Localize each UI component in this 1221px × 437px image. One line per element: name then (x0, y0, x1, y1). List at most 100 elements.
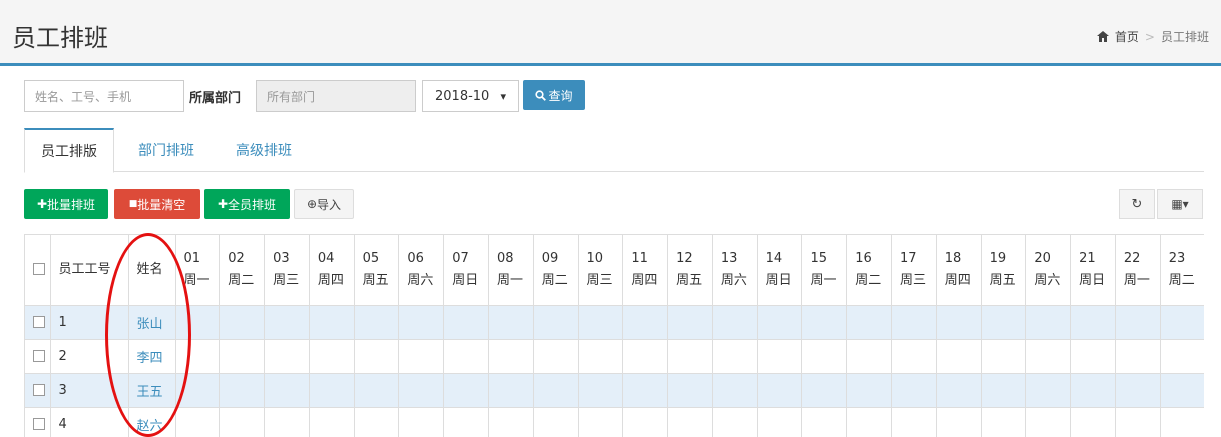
schedule-cell[interactable] (1115, 305, 1161, 340)
schedule-cell[interactable] (443, 339, 489, 374)
schedule-cell[interactable] (264, 305, 310, 340)
table-row[interactable]: 1 张山 (25, 305, 1204, 340)
schedule-cell[interactable] (1115, 339, 1161, 374)
schedule-cell[interactable] (1070, 339, 1116, 374)
schedule-cell[interactable] (219, 339, 266, 374)
schedule-cell[interactable] (578, 373, 624, 408)
schedule-cell[interactable] (1070, 373, 1116, 408)
table-row[interactable]: 2 李四 (25, 339, 1204, 374)
schedule-cell[interactable] (443, 407, 489, 437)
schedule-cell[interactable] (398, 407, 445, 437)
schedule-cell[interactable] (801, 373, 848, 408)
row-checkbox[interactable] (25, 305, 51, 340)
schedule-cell[interactable] (891, 339, 937, 374)
schedule-cell[interactable] (936, 339, 982, 374)
schedule-cell[interactable] (936, 305, 982, 340)
schedule-cell[interactable] (398, 373, 445, 408)
columns-button[interactable]: ▦▾ (1157, 189, 1203, 219)
schedule-cell[interactable] (533, 305, 579, 340)
tab-advanced-schedule[interactable]: 高级排班 (220, 128, 308, 172)
schedule-cell[interactable] (667, 373, 713, 408)
schedule-cell[interactable] (667, 305, 713, 340)
schedule-cell[interactable] (622, 373, 669, 408)
schedule-cell[interactable] (622, 339, 669, 374)
schedule-cell[interactable] (712, 305, 758, 340)
schedule-cell[interactable] (846, 305, 892, 340)
schedule-cell[interactable] (398, 305, 445, 340)
schedule-cell[interactable] (488, 305, 534, 340)
schedule-cell[interactable] (1025, 339, 1072, 374)
schedule-cell[interactable] (1070, 407, 1116, 437)
schedule-cell[interactable] (757, 339, 803, 374)
table-row[interactable]: 3 王五 (25, 373, 1204, 408)
all-schedule-button[interactable]: ✚ 全员排班 (204, 189, 290, 219)
schedule-cell[interactable] (488, 339, 534, 374)
dept-field[interactable]: 所有部门 (256, 80, 416, 112)
schedule-cell[interactable] (801, 305, 848, 340)
row-checkbox[interactable] (25, 373, 51, 408)
row-checkbox[interactable] (25, 407, 51, 437)
row-checkbox[interactable] (25, 339, 51, 374)
schedule-cell[interactable] (1160, 339, 1204, 374)
schedule-cell[interactable] (712, 339, 758, 374)
schedule-cell[interactable] (1160, 373, 1204, 408)
batch-schedule-button[interactable]: ✚ 批量排班 (24, 189, 108, 219)
schedule-cell[interactable] (533, 373, 579, 408)
schedule-cell[interactable] (264, 407, 310, 437)
breadcrumb-home[interactable]: 首页 (1115, 28, 1139, 45)
schedule-cell[interactable] (533, 407, 579, 437)
schedule-cell[interactable] (578, 339, 624, 374)
import-button[interactable]: ⊕ 导入 (294, 189, 354, 219)
schedule-cell[interactable] (488, 407, 534, 437)
schedule-cell[interactable] (264, 373, 310, 408)
tab-department-schedule[interactable]: 部门排班 (122, 128, 210, 172)
schedule-cell[interactable] (757, 373, 803, 408)
schedule-cell[interactable] (354, 339, 400, 374)
schedule-cell[interactable] (398, 339, 445, 374)
schedule-cell[interactable] (175, 305, 221, 340)
employee-name-link[interactable]: 李四 (128, 339, 176, 374)
schedule-cell[interactable] (622, 407, 669, 437)
schedule-cell[interactable] (846, 373, 892, 408)
employee-name-link[interactable]: 王五 (128, 373, 176, 408)
schedule-cell[interactable] (891, 305, 937, 340)
schedule-cell[interactable] (175, 339, 221, 374)
schedule-cell[interactable] (533, 339, 579, 374)
schedule-cell[interactable] (219, 407, 266, 437)
schedule-cell[interactable] (712, 373, 758, 408)
batch-clear-button[interactable]: ■ 批量清空 (114, 189, 200, 219)
schedule-cell[interactable] (443, 373, 489, 408)
schedule-cell[interactable] (801, 407, 848, 437)
schedule-cell[interactable] (1160, 407, 1204, 437)
schedule-cell[interactable] (578, 305, 624, 340)
schedule-cell[interactable] (175, 373, 221, 408)
schedule-cell[interactable] (846, 407, 892, 437)
table-row[interactable]: 4 赵六 (25, 407, 1204, 437)
query-button[interactable]: 查询 (523, 80, 585, 110)
schedule-cell[interactable] (667, 339, 713, 374)
schedule-cell[interactable] (891, 407, 937, 437)
select-all-checkbox[interactable] (25, 235, 51, 306)
schedule-cell[interactable] (309, 407, 355, 437)
schedule-cell[interactable] (936, 407, 982, 437)
schedule-cell[interactable] (219, 373, 266, 408)
schedule-cell[interactable] (354, 373, 400, 408)
month-select[interactable]: 2018-10 ▾ (422, 80, 519, 112)
schedule-cell[interactable] (1070, 305, 1116, 340)
schedule-cell[interactable] (981, 373, 1027, 408)
schedule-cell[interactable] (578, 407, 624, 437)
schedule-cell[interactable] (981, 407, 1027, 437)
schedule-cell[interactable] (309, 373, 355, 408)
schedule-cell[interactable] (219, 305, 266, 340)
schedule-cell[interactable] (264, 339, 310, 374)
schedule-cell[interactable] (757, 305, 803, 340)
schedule-cell[interactable] (846, 339, 892, 374)
schedule-cell[interactable] (488, 373, 534, 408)
schedule-cell[interactable] (1025, 407, 1072, 437)
search-input[interactable]: 姓名、工号、手机 (24, 80, 184, 112)
schedule-cell[interactable] (757, 407, 803, 437)
schedule-cell[interactable] (1025, 373, 1072, 408)
schedule-cell[interactable] (1115, 407, 1161, 437)
schedule-cell[interactable] (309, 305, 355, 340)
home-icon[interactable] (1096, 31, 1109, 42)
